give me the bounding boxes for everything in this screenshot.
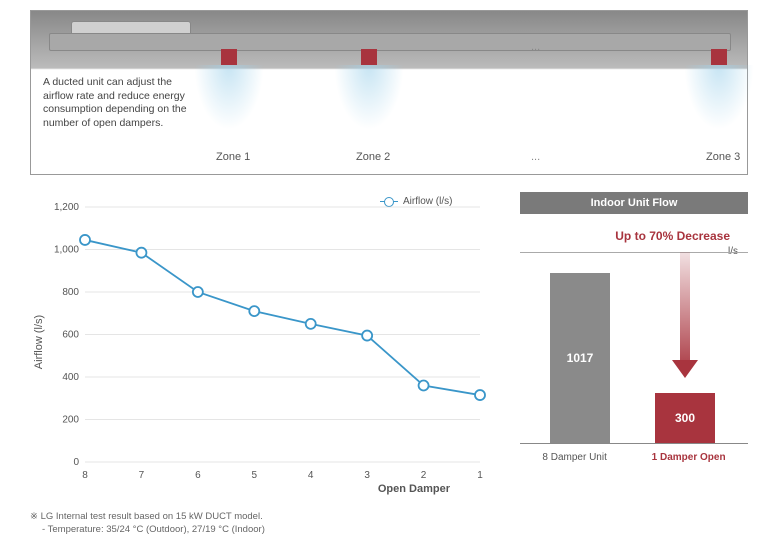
ellipsis: ... [531,151,540,163]
svg-text:800: 800 [62,287,79,298]
line-chart: 0 200 400 600 800 1,000 1,200 8 7 6 5 4 3 2 1 Airflow… [30,192,500,502]
bar-panel: Indoor Unit Flow Up to 70% Decrease l/s … [520,192,748,502]
airflow-icon [194,65,264,130]
bar-label: 8 Damper Unit [542,452,606,463]
footnote-line: ※ LG Internal test result based on 15 kW… [30,510,265,523]
airflow-icon [684,65,754,130]
bar-area: l/s 1017 300 [520,248,748,443]
decrease-arrow-icon [675,252,695,382]
bar-x-labels: 8 Damper Unit 1 Damper Open [520,443,748,463]
bar-1-damper: 300 [655,393,715,443]
zone-label: Zone 3 [706,151,740,163]
ellipsis: ... [531,41,540,53]
svg-text:Airflow (l/s): Airflow (l/s) [33,315,45,369]
svg-text:600: 600 [62,330,79,341]
bar-8-damper: 1017 [550,273,610,443]
svg-text:0: 0 [73,457,79,468]
svg-text:200: 200 [62,415,79,426]
airflow-icon [334,65,404,130]
zone-label: Zone 1 [216,151,250,163]
damper-icon [361,49,377,65]
svg-text:1,200: 1,200 [54,202,79,213]
damper-icon [221,49,237,65]
svg-text:2: 2 [421,470,427,481]
svg-text:1,000: 1,000 [54,245,79,256]
svg-text:4: 4 [308,470,314,481]
footnote: ※ LG Internal test result based on 15 kW… [30,510,265,537]
bar-panel-title: Indoor Unit Flow [520,192,748,214]
svg-text:8: 8 [82,470,88,481]
duct-pipe [49,33,731,51]
zone-label: Zone 2 [356,151,390,163]
reference-line [520,252,748,253]
svg-text:3: 3 [364,470,370,481]
bar-label: 1 Damper Open [652,452,726,463]
svg-text:6: 6 [195,470,201,481]
description-text: A ducted unit can adjust the airflow rat… [43,76,193,131]
svg-text:400: 400 [62,372,79,383]
diagram-panel: A ducted unit can adjust the airflow rat… [30,10,748,175]
svg-text:Open Damper: Open Damper [378,483,451,495]
svg-text:5: 5 [252,470,258,481]
decrease-text: Up to 70% Decrease [520,229,730,243]
chart-svg: 0 200 400 600 800 1,000 1,200 8 7 6 5 4 3 2 1 Airflow… [30,192,500,502]
footnote-line: - Temperature: 35/24 °C (Outdoor), 27/19… [42,523,265,536]
svg-text:7: 7 [139,470,145,481]
svg-text:1: 1 [477,470,483,481]
damper-icon [711,49,727,65]
